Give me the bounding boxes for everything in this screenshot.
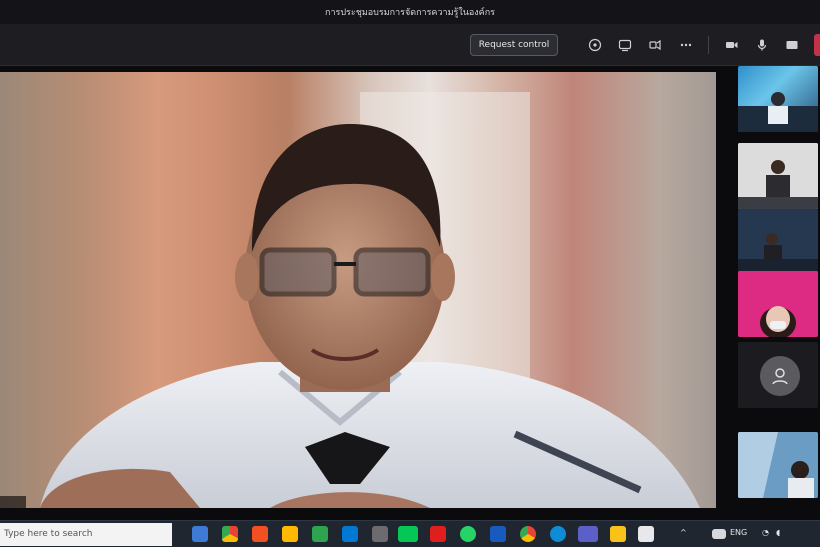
- thumbnail-video: [738, 92, 818, 132]
- wifi-icon[interactable]: ◔: [762, 528, 769, 537]
- participant-thumbnail[interactable]: [738, 209, 818, 275]
- chrome-icon[interactable]: [520, 526, 536, 542]
- chat-icon[interactable]: [587, 37, 603, 53]
- participant-thumbnail[interactable]: [738, 271, 818, 337]
- store-icon[interactable]: [312, 526, 328, 542]
- person-icon: [772, 368, 788, 385]
- more-icon[interactable]: [678, 37, 694, 53]
- avatar: [760, 356, 800, 396]
- thumbnail-video: [738, 432, 818, 498]
- participant-thumbnail[interactable]: [738, 342, 818, 408]
- notepad-icon[interactable]: [638, 526, 654, 542]
- thumbnail-video: [738, 271, 818, 337]
- file-explorer-icon[interactable]: [282, 526, 298, 542]
- window-title: การประชุมอบรมการจัดการความรู้ในองค์กร: [325, 8, 495, 18]
- windows-taskbar: Type here to search ^ ENG ◔ ◖: [0, 520, 820, 547]
- mail-icon[interactable]: [342, 526, 358, 542]
- office-icon[interactable]: [252, 526, 268, 542]
- camera-icon[interactable]: [724, 37, 740, 53]
- line-icon[interactable]: [398, 526, 418, 542]
- search-input[interactable]: Type here to search: [0, 523, 172, 546]
- participant-thumbnail[interactable]: [738, 143, 818, 209]
- participant-gallery: [738, 66, 820, 520]
- app-icon[interactable]: [372, 526, 388, 542]
- share-icon[interactable]: [617, 37, 633, 53]
- edge-icon[interactable]: [550, 526, 566, 542]
- tray-chevron-icon[interactable]: ^: [680, 528, 687, 537]
- share-screen-icon[interactable]: [784, 37, 800, 53]
- battery-icon[interactable]: [712, 529, 726, 539]
- participant-video: [40, 92, 700, 508]
- mic-icon[interactable]: [754, 37, 770, 53]
- thumbnail-video: [738, 209, 818, 275]
- acrobat-icon[interactable]: [430, 526, 446, 542]
- meeting-toolbar: Request control: [0, 24, 820, 66]
- word-icon[interactable]: [490, 526, 506, 542]
- participant-name-tag: [0, 496, 26, 508]
- folder-icon[interactable]: [610, 526, 626, 542]
- task-view-icon[interactable]: [192, 526, 208, 542]
- main-video-feed: [0, 72, 716, 508]
- thumbnail-video: [738, 143, 818, 209]
- window-title-bar: การประชุมอบรมการจัดการความรู้ในองค์กร: [0, 0, 820, 24]
- whatsapp-icon[interactable]: [460, 526, 476, 542]
- toolbar-divider: [708, 36, 709, 54]
- request-control-button[interactable]: Request control: [470, 34, 558, 56]
- tray-label: ENG: [730, 528, 748, 537]
- leave-button[interactable]: [814, 34, 820, 56]
- volume-icon[interactable]: ◖: [776, 528, 780, 537]
- chrome-icon[interactable]: [222, 526, 238, 542]
- teams-icon[interactable]: [578, 526, 598, 542]
- reactions-icon[interactable]: [647, 37, 663, 53]
- participant-thumbnail[interactable]: [738, 66, 818, 132]
- participant-thumbnail[interactable]: [738, 432, 818, 498]
